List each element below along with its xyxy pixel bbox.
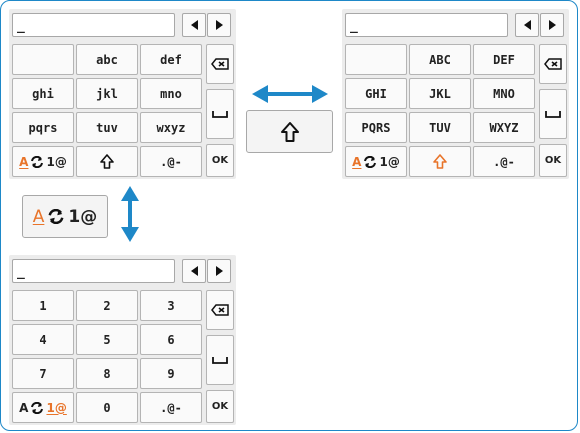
key-jkl[interactable]: jkl [76,78,138,109]
key-5[interactable]: 5 [76,324,138,355]
horizontal-double-arrow-icon [252,85,328,103]
keyboard-numeric: _ 1 2 3 4 5 6 7 8 9 A 1@ 0 .@- OK [9,255,236,425]
mode-numeric-label: 1@ [46,400,67,415]
key-3[interactable]: 3 [140,290,202,321]
mode-numeric-label: 1@ [68,206,98,227]
mode-callout-button[interactable]: A 1@ [22,195,108,238]
key-6[interactable]: 6 [140,324,202,355]
backspace-icon [211,58,229,70]
switch-icon [31,155,44,168]
key-wxyz[interactable]: wxyz [140,112,202,143]
mode-switch-key[interactable]: A 1@ [12,146,74,177]
backspace-icon [544,58,562,70]
cursor-right-button[interactable] [540,13,564,37]
cursor-right-button[interactable] [207,259,231,283]
switch-icon [364,155,377,168]
key-abc-upper[interactable]: ABC [409,44,471,75]
mode-numeric-label: 1@ [379,154,400,169]
ok-key[interactable]: OK [206,144,234,177]
backspace-key[interactable] [206,290,234,330]
ok-key[interactable]: OK [206,390,234,423]
shift-key-active[interactable] [409,146,471,177]
key-2[interactable]: 2 [76,290,138,321]
cursor-left-button[interactable] [182,13,206,37]
shift-outline-icon [100,154,114,169]
switch-icon [31,401,44,414]
key-symbols[interactable]: .@- [140,146,202,177]
key-blank[interactable] [345,44,407,75]
key-pqrs[interactable]: pqrs [12,112,74,143]
mode-switch-key[interactable]: A 1@ [12,392,74,423]
key-def-upper[interactable]: DEF [473,44,535,75]
right-arrow-icon [548,20,556,30]
shift-key[interactable] [76,146,138,177]
mode-switch-key[interactable]: A 1@ [345,146,407,177]
key-def[interactable]: def [140,44,202,75]
key-4[interactable]: 4 [12,324,74,355]
key-ghi[interactable]: ghi [12,78,74,109]
backspace-icon [211,304,229,316]
cursor-left-button[interactable] [182,259,206,283]
key-pqrs-upper[interactable]: PQRS [345,112,407,143]
mode-alpha-label: A [32,206,45,227]
vertical-double-arrow-icon [121,186,139,242]
key-mno-upper[interactable]: MNO [473,78,535,109]
mode-alpha-label: A [352,154,362,169]
backspace-key[interactable] [206,44,234,84]
text-input-field[interactable]: _ [12,13,175,37]
key-tuv-upper[interactable]: TUV [409,112,471,143]
key-7[interactable]: 7 [12,358,74,389]
key-abc[interactable]: abc [76,44,138,75]
key-9[interactable]: 9 [140,358,202,389]
left-arrow-icon [523,20,531,30]
space-icon [212,111,228,118]
ok-key[interactable]: OK [539,144,567,177]
key-ghi-upper[interactable]: GHI [345,78,407,109]
space-key[interactable] [206,335,234,385]
shift-icon [280,121,299,142]
left-arrow-icon [190,266,198,276]
space-key[interactable] [206,89,234,139]
mode-alpha-label: A [19,400,29,415]
key-tuv[interactable]: tuv [76,112,138,143]
shift-callout-button[interactable] [246,110,333,153]
key-0[interactable]: 0 [76,392,138,423]
key-wxyz-upper[interactable]: WXYZ [473,112,535,143]
key-blank[interactable] [12,44,74,75]
text-input-field[interactable]: _ [12,259,175,283]
right-arrow-icon [215,20,223,30]
keyboard-uppercase: _ ABC DEF GHI JKL MNO PQRS TUV WXYZ A 1@… [342,9,569,179]
key-8[interactable]: 8 [76,358,138,389]
cursor-left-button[interactable] [515,13,539,37]
shift-orange-icon [433,154,447,169]
mode-numeric-label: 1@ [46,154,67,169]
text-input-field[interactable]: _ [345,13,508,37]
mode-alpha-label: A [19,154,29,169]
key-symbols[interactable]: .@- [473,146,535,177]
backspace-key[interactable] [539,44,567,84]
keyboard-lowercase: _ abc def ghi jkl mno pqrs tuv wxyz A 1@… [9,9,236,179]
key-1[interactable]: 1 [12,290,74,321]
key-mno[interactable]: mno [140,78,202,109]
key-jkl-upper[interactable]: JKL [409,78,471,109]
space-icon [212,357,228,364]
space-key[interactable] [539,89,567,139]
right-arrow-icon [215,266,223,276]
left-arrow-icon [190,20,198,30]
space-icon [545,111,561,118]
cursor-right-button[interactable] [207,13,231,37]
key-symbols[interactable]: .@- [140,392,202,423]
switch-icon [48,209,64,224]
